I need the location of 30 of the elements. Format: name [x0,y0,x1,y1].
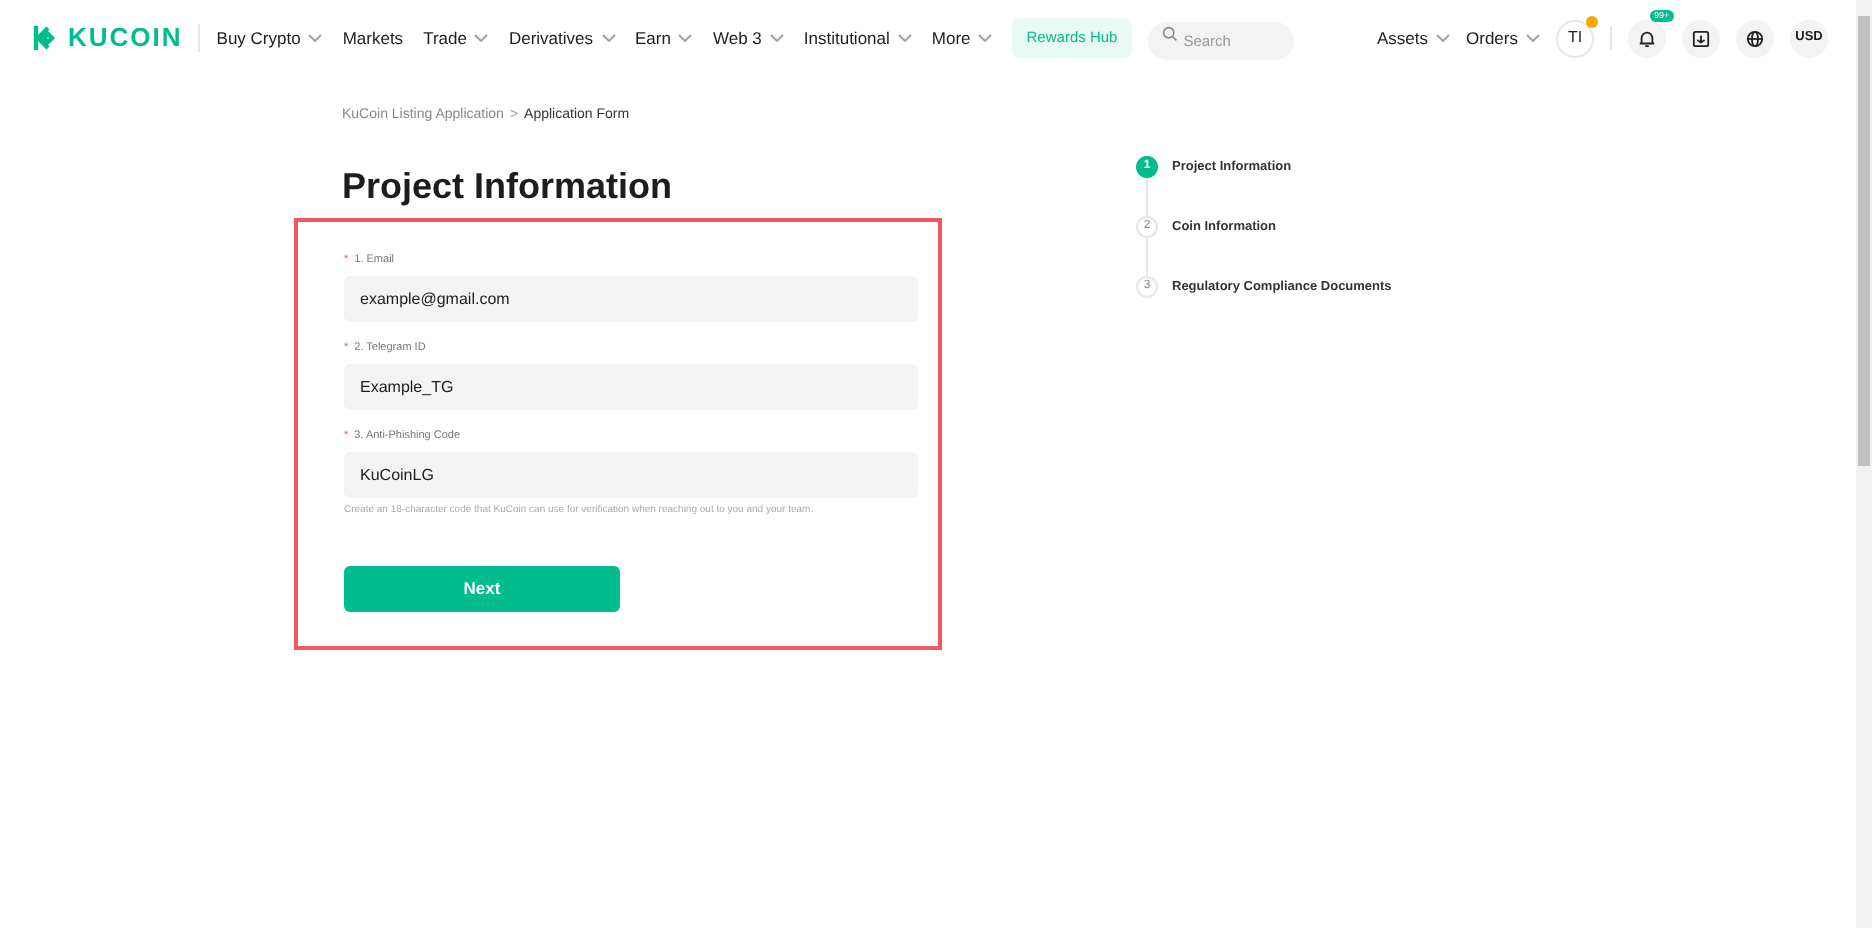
nav-menu-item[interactable]: Institutional [803,25,912,51]
nav-menu-item[interactable]: More [931,25,993,51]
caret-icon [601,34,615,42]
text-field[interactable]: example@gmail.com [344,275,918,321]
caret-icon [1526,34,1540,42]
nav-menu-item[interactable]: Buy Crypto [216,25,323,51]
download-button[interactable] [1682,19,1720,57]
caret-icon [308,34,323,42]
header-menu-item[interactable]: Assets [1377,25,1451,51]
header-menu-item[interactable]: Orders [1466,25,1540,51]
nav-menu-item[interactable]: Derivatives [508,25,615,51]
download-icon [1692,29,1710,47]
caret-icon [474,34,489,42]
caret-icon [769,34,784,42]
caret-icon [678,34,693,42]
nav-menu-item[interactable]: Markets [342,25,404,51]
text-field[interactable]: Example_TG [344,363,918,409]
search-icon [1161,25,1178,41]
nav-menu-item[interactable]: Trade [423,25,489,51]
caret-icon [897,34,912,42]
caret-icon [1436,34,1451,42]
nav-menu-item[interactable]: Web 3 [712,25,784,51]
globe-icon [1746,29,1764,47]
page-title: Project Information [342,163,675,207]
bell-icon [1638,29,1656,47]
text-field[interactable]: KuCoinLG [344,451,918,497]
language-button[interactable] [1736,19,1774,57]
nav-menu-item[interactable]: Earn [635,25,693,51]
caret-icon [978,34,993,42]
notification-button[interactable] [1628,19,1666,57]
